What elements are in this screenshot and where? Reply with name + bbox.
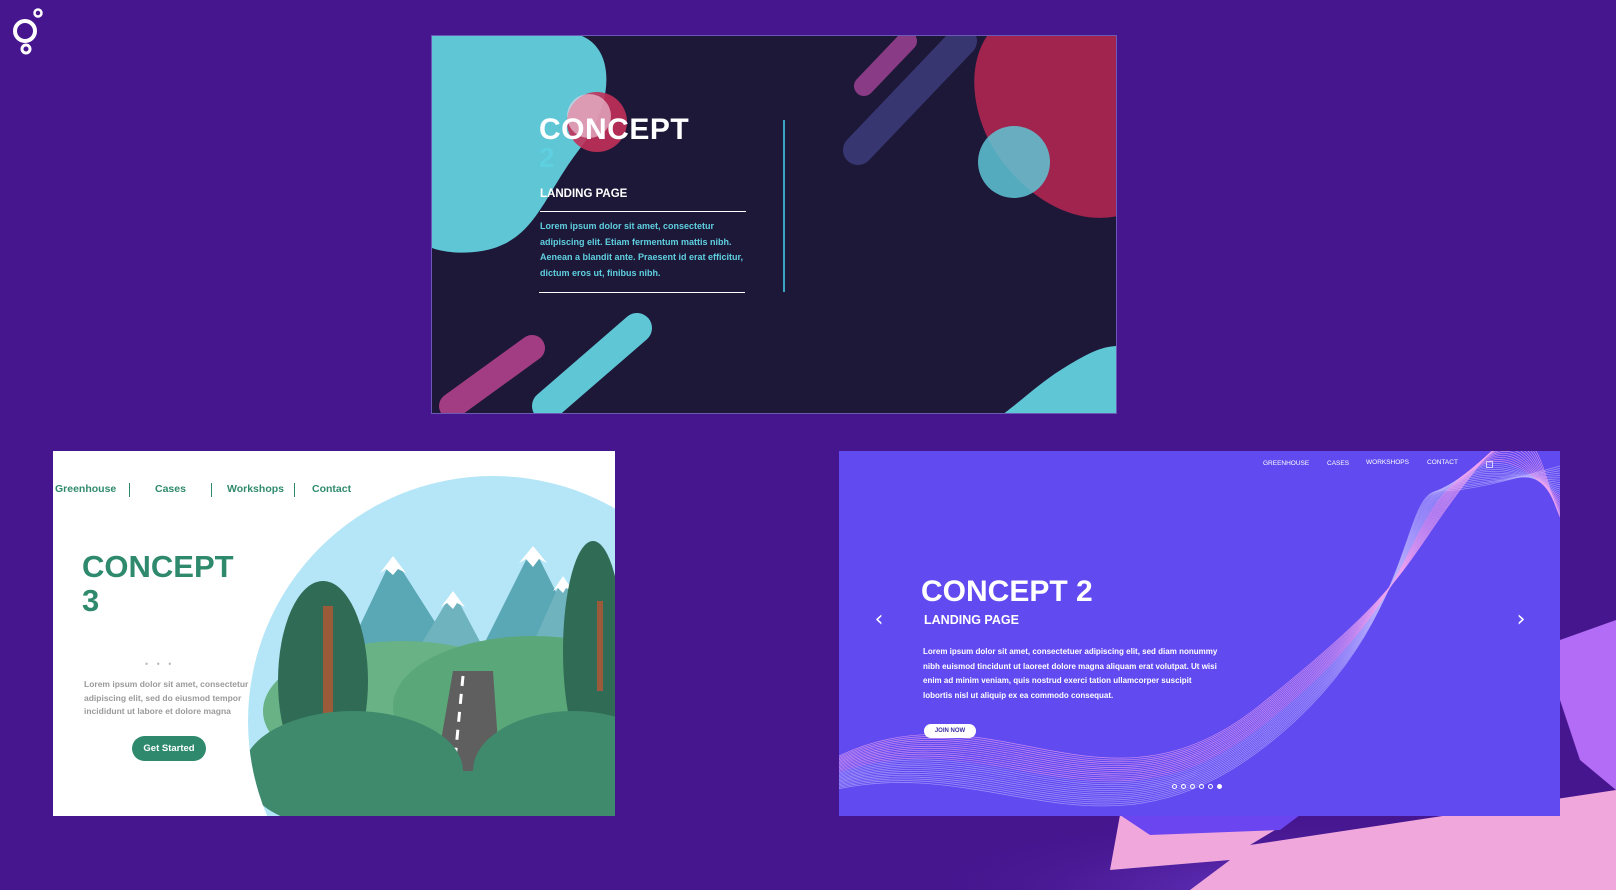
nav-link-greenhouse[interactable]: GREENHOUSE bbox=[1263, 460, 1309, 467]
card2-body-text: Lorem ipsum dolor sit amet, consectetur … bbox=[84, 679, 249, 716]
card1-title: CONCEPT bbox=[539, 113, 690, 146]
nav-link-cases[interactable]: CASES bbox=[1327, 460, 1349, 467]
wave-line bbox=[839, 470, 1560, 803]
nav-link-cases[interactable]: Cases bbox=[155, 483, 186, 495]
nav-separator bbox=[211, 483, 212, 497]
nav-link-workshops[interactable]: WORKSHOPS bbox=[1366, 459, 1409, 466]
nav-separator bbox=[294, 483, 295, 497]
nav-link-greenhouse[interactable]: Greenhouse bbox=[55, 483, 116, 495]
wave-line bbox=[839, 451, 1560, 770]
prev-arrow-icon[interactable]: ‹ bbox=[869, 606, 889, 634]
card2-dots: • • • bbox=[145, 659, 175, 669]
card2-title-line1: CONCEPT bbox=[82, 549, 234, 584]
divider bbox=[540, 211, 746, 212]
card1-subtitle: LANDING PAGE bbox=[540, 188, 628, 200]
wave-lines-decoration bbox=[839, 451, 1560, 807]
card3-body-text: Lorem ipsum dolor sit amet, consectetuer… bbox=[923, 647, 1218, 701]
wave-line bbox=[839, 475, 1560, 799]
nav-link-contact[interactable]: Contact bbox=[312, 483, 351, 495]
concept-2-purple-card[interactable]: GREENHOUSE CASES WORKSHOPS CONTACT ‹ › C… bbox=[839, 451, 1560, 816]
join-now-button[interactable]: JOIN NOW bbox=[924, 724, 976, 738]
card1-title-number: 2 bbox=[539, 142, 555, 173]
slide-pagination bbox=[1172, 784, 1222, 789]
pagination-dot[interactable] bbox=[1190, 784, 1195, 789]
brand-logo-icon[interactable] bbox=[10, 7, 46, 57]
card2-title-line2: 3 bbox=[82, 583, 100, 618]
wave-line bbox=[839, 474, 1560, 795]
landscape-illustration bbox=[248, 476, 615, 816]
card2-title: CONCEPT 3 bbox=[82, 550, 234, 618]
nav-link-workshops[interactable]: Workshops bbox=[227, 483, 284, 495]
card3-title: CONCEPT 2 bbox=[921, 575, 1093, 608]
pagination-dot[interactable] bbox=[1199, 784, 1204, 789]
pagination-dot[interactable] bbox=[1208, 784, 1213, 789]
concept-2-dark-card[interactable]: CONCEPT 2 LANDING PAGE Lorem ipsum dolor… bbox=[431, 35, 1117, 414]
grid-menu-icon[interactable] bbox=[1486, 461, 1493, 468]
divider bbox=[539, 292, 745, 293]
get-started-button[interactable]: Get Started bbox=[132, 736, 206, 761]
pagination-dot[interactable] bbox=[1181, 784, 1186, 789]
card1-body-text: Lorem ipsum dolor sit amet, consectetur … bbox=[540, 221, 744, 278]
concept-3-green-card[interactable]: Greenhouse Cases Workshops Contact CONCE… bbox=[53, 451, 615, 816]
wave-line bbox=[839, 476, 1560, 797]
pagination-dot[interactable] bbox=[1172, 784, 1177, 789]
pagination-dot[interactable] bbox=[1217, 784, 1222, 789]
next-arrow-icon[interactable]: › bbox=[1511, 606, 1531, 634]
nav-link-contact[interactable]: CONTACT bbox=[1427, 459, 1458, 466]
vertical-divider bbox=[783, 120, 785, 292]
nav-separator bbox=[129, 483, 130, 497]
card1-shapes bbox=[432, 36, 1116, 413]
card3-subtitle: LANDING PAGE bbox=[924, 613, 1019, 627]
